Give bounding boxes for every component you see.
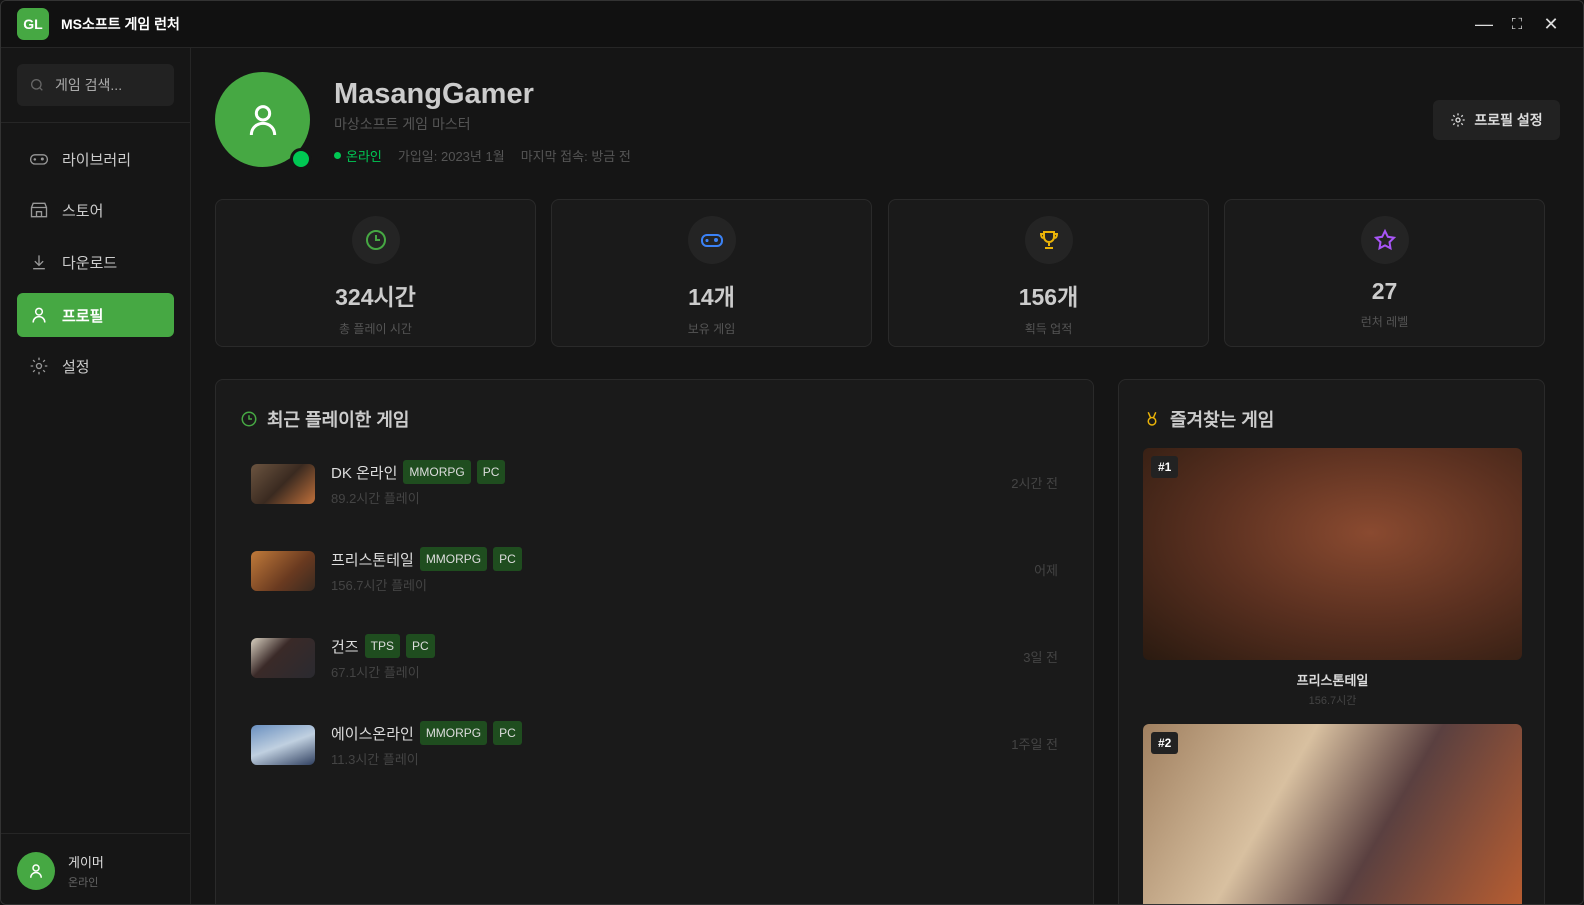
game-thumbnail [251, 725, 315, 765]
user-icon [32, 307, 46, 323]
search-icon [31, 79, 43, 91]
sidebar-item-library[interactable]: 라이브러리 [17, 137, 174, 181]
sidebar-item-label: 다운로드 [62, 254, 118, 272]
platform-tag: PC [493, 547, 522, 571]
medal-icon [1147, 411, 1157, 426]
main-content: MasangGamer 마상소프트 게임 마스터 온라인 가입일: 2023년 … [192, 48, 1583, 904]
avatar [17, 852, 55, 890]
recent-game-row[interactable]: 건즈 TPS PC 67.1시간 플레이 3일 전 [251, 632, 1058, 692]
recent-game-row[interactable]: DK 온라인 MMORPG PC 89.2시간 플레이 2시간 전 [251, 458, 1058, 518]
minimize-button[interactable]: — [1469, 9, 1499, 39]
sidebar-item-label: 스토어 [62, 202, 104, 220]
profile-name: MasangGamer [334, 78, 534, 110]
stat-value: 14개 [688, 284, 735, 310]
app-logo: GL [17, 8, 49, 40]
sidebar-item-label: 프로필 [62, 307, 104, 325]
button-label: 프로필 설정 [1474, 112, 1543, 128]
close-button[interactable]: ✕ [1536, 9, 1566, 39]
stat-value: 27 [1371, 278, 1398, 304]
platform-tag: PC [405, 634, 435, 658]
star-icon [1373, 228, 1396, 251]
clock-icon [365, 230, 386, 250]
favorite-game-name: 프리스톤테일 [1296, 673, 1369, 688]
stat-card-games: 14개 보유 게임 [551, 199, 872, 347]
game-thumbnail [251, 638, 315, 678]
sidebar-item-label: 라이브러리 [62, 151, 132, 169]
profile-meta: 온라인 가입일: 2023년 1월 마지막 접속: 방금 전 [334, 146, 647, 165]
launcher-window: GL MS소프트 게임 런처 — ⛶ ✕ 게임 검색... 라이브러리 스토어 … [0, 0, 1584, 905]
user-icon [249, 104, 276, 135]
favorite-games-panel: 즐겨찾는 게임 #1 프리스톤테일 156.7시간 #2 [1118, 379, 1545, 904]
last-played: 3일 전 [1023, 650, 1058, 665]
genre-tag: TPS [364, 634, 400, 658]
stat-label: 획득 업적 [1024, 322, 1073, 336]
sidebar-item-settings[interactable]: 설정 [17, 344, 174, 388]
stat-card-playtime: 324시간 총 플레이 시간 [215, 199, 536, 347]
platform-tag: PC [493, 721, 522, 745]
profile-subtitle: 마상소프트 게임 마스터 [334, 116, 471, 132]
online-indicator [290, 148, 312, 170]
rank-badge: #2 [1151, 732, 1179, 754]
user-status: 온라인 [68, 877, 99, 889]
sidebar-item-download[interactable]: 다운로드 [17, 240, 174, 284]
favorite-game-card[interactable]: #2 [1143, 724, 1522, 904]
stat-card-level: 27 런처 레벨 [1224, 199, 1545, 347]
game-name: 에이스온라인 [331, 725, 414, 743]
stat-label: 보유 게임 [687, 322, 736, 336]
panel-title: 최근 플레이한 게임 [267, 410, 410, 430]
profile-settings-button[interactable]: 프로필 설정 [1433, 100, 1560, 140]
last-played: 어제 [1034, 563, 1058, 578]
join-date: 가입일: 2023년 1월 [397, 149, 505, 164]
trophy-icon [1039, 231, 1058, 249]
game-name: DK 온라인 [331, 464, 398, 482]
stat-value: 324시간 [335, 284, 416, 310]
last-played: 2시간 전 [1011, 476, 1058, 491]
stat-value: 156개 [1018, 284, 1079, 310]
sidebar-item-label: 설정 [62, 358, 90, 376]
genre-tag: MMORPG [419, 721, 488, 745]
recent-game-row[interactable]: 에이스온라인 MMORPG PC 11.3시간 플레이 1주일 전 [251, 719, 1058, 779]
stat-label: 런처 레벨 [1360, 315, 1409, 329]
play-hours: 156.7시간 플레이 [331, 578, 427, 593]
game-thumbnail [251, 551, 315, 591]
play-hours: 67.1시간 플레이 [331, 665, 420, 680]
user-name: 게이머 [68, 855, 104, 870]
game-name: 건즈 [331, 638, 359, 656]
panel-title: 즐겨찾는 게임 [1170, 410, 1275, 430]
last-played: 1주일 전 [1011, 737, 1058, 752]
favorite-game-card[interactable]: #1 [1143, 448, 1522, 660]
search-placeholder: 게임 검색... [55, 77, 123, 93]
game-name: 프리스톤테일 [331, 551, 414, 569]
last-login: 마지막 접속: 방금 전 [520, 149, 631, 164]
sidebar-item-store[interactable]: 스토어 [17, 188, 174, 232]
sidebar: 게임 검색... 라이브러리 스토어 다운로드 프로필 설정 게이머온라인 [1, 48, 191, 904]
gear-icon [30, 357, 48, 375]
rank-badge: #1 [1151, 456, 1179, 478]
genre-tag: MMORPG [419, 547, 488, 571]
title-bar: GL MS소프트 게임 런처 — ⛶ ✕ [1, 1, 1583, 48]
maximize-button[interactable]: ⛶ [1502, 9, 1532, 39]
gamepad-icon [700, 234, 723, 247]
recent-games-panel: 최근 플레이한 게임 DK 온라인 MMORPG PC 89.2시간 플레이 2시간… [215, 379, 1094, 904]
genre-tag: MMORPG [403, 460, 471, 484]
gear-icon [1451, 113, 1466, 127]
store-icon [30, 202, 48, 218]
search-input[interactable]: 게임 검색... [17, 64, 174, 106]
gamepad-icon [30, 154, 48, 165]
play-hours: 11.3시간 플레이 [331, 752, 419, 767]
favorite-game-hours: 156.7시간 [1308, 695, 1357, 707]
sidebar-item-profile[interactable]: 프로필 [17, 293, 174, 337]
clock-icon [241, 411, 257, 427]
stat-card-achievements: 156개 획득 업적 [888, 199, 1209, 347]
current-user[interactable]: 게이머온라인 [17, 852, 104, 890]
game-thumbnail [251, 464, 315, 504]
recent-game-row[interactable]: 프리스톤테일 MMORPG PC 156.7시간 플레이 어제 [251, 545, 1058, 605]
stat-label: 총 플레이 시간 [339, 322, 412, 336]
platform-tag: PC [476, 460, 506, 484]
user-icon [30, 864, 42, 878]
play-hours: 89.2시간 플레이 [331, 491, 420, 506]
status-badge: 온라인 [334, 146, 382, 165]
app-title: MS소프트 게임 런처 [61, 16, 180, 32]
download-icon [33, 255, 45, 270]
